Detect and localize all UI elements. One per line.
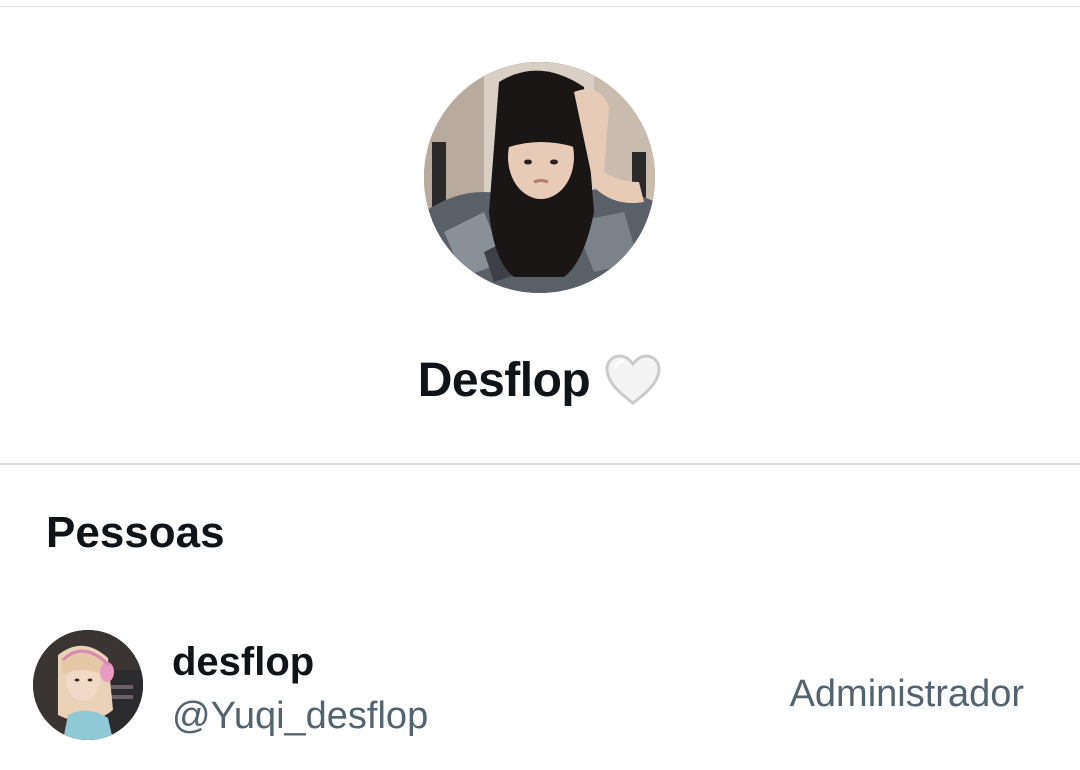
white-heart-icon xyxy=(604,353,662,407)
group-photo-avatar-icon xyxy=(424,62,655,293)
group-title: Desflop xyxy=(417,353,591,407)
member-row[interactable]: desflop @Yuqi_desflop Administrador xyxy=(0,620,1080,760)
top-divider xyxy=(0,6,1080,7)
member-handle: @Yuqi_desflop xyxy=(172,695,429,737)
section-divider xyxy=(0,463,1080,465)
group-title-row: Desflop xyxy=(0,340,1080,420)
member-role-badge: Administrador xyxy=(789,673,1024,715)
group-info-page: Desflop Pessoas desflop @Yuqi_desflop Ad… xyxy=(0,0,1080,770)
member-display-name: desflop xyxy=(172,640,315,684)
user-photo-avatar-icon xyxy=(33,630,143,740)
member-avatar[interactable] xyxy=(33,630,143,740)
people-section-heading: Pessoas xyxy=(46,508,225,557)
group-avatar[interactable] xyxy=(424,62,655,293)
